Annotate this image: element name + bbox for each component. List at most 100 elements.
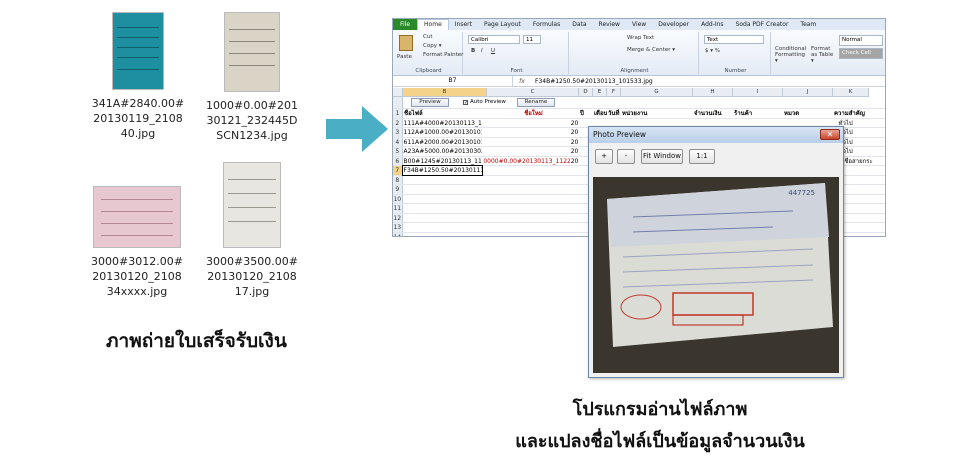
- file-thumbnail[interactable]: 341A#2840.00#20130119_210840.jpg: [88, 12, 188, 141]
- row-number[interactable]: 9: [393, 185, 403, 194]
- cell-c[interactable]: [482, 233, 569, 237]
- file-thumbnail[interactable]: 1000#0.00#20130121_232445DSCN1234.jpg: [202, 12, 302, 143]
- cell-b[interactable]: [403, 214, 483, 223]
- cell-k[interactable]: ทั่วไป: [838, 147, 886, 156]
- column-header[interactable]: E: [593, 88, 607, 96]
- conditional-formatting-button[interactable]: Conditional Formatting ▾: [775, 46, 809, 64]
- column-header[interactable]: H: [693, 88, 733, 96]
- format-painter-button[interactable]: Format Painter: [423, 52, 463, 58]
- row-number[interactable]: 13: [393, 223, 403, 232]
- column-header[interactable]: J: [783, 88, 833, 96]
- bold-button[interactable]: B: [471, 48, 475, 54]
- row-number[interactable]: 2: [393, 118, 403, 127]
- cell-c[interactable]: 0000#0.00#20130113_112232.: [482, 157, 569, 166]
- cell-k[interactable]: [838, 195, 886, 204]
- cell-c[interactable]: [482, 119, 569, 128]
- tab-developer[interactable]: Developer: [652, 21, 695, 28]
- column-header[interactable]: C: [487, 88, 579, 96]
- style-normal[interactable]: Normal: [839, 35, 883, 46]
- tab-page-layout[interactable]: Page Layout: [478, 21, 527, 28]
- cut-button[interactable]: Cut: [423, 34, 432, 40]
- tab-data[interactable]: Data: [566, 21, 592, 28]
- fit-window-button[interactable]: Fit Window: [641, 149, 683, 164]
- cell-d[interactable]: 20: [570, 138, 583, 147]
- cell-c[interactable]: [482, 185, 569, 194]
- auto-preview-checkbox[interactable]: ✓: [463, 100, 468, 106]
- actual-size-button[interactable]: 1:1: [689, 149, 715, 164]
- column-header[interactable]: D: [579, 88, 593, 96]
- cell-c[interactable]: [482, 138, 569, 147]
- number-format-select[interactable]: Text: [704, 35, 764, 44]
- cell-d[interactable]: 20: [570, 157, 583, 166]
- cell-b[interactable]: [403, 185, 483, 194]
- font-name-select[interactable]: Calibri: [468, 35, 520, 44]
- cell-c[interactable]: [482, 128, 569, 137]
- tab-file[interactable]: File: [393, 19, 418, 30]
- cell-d[interactable]: 20: [570, 147, 583, 156]
- row-number[interactable]: 10: [393, 194, 403, 203]
- name-box[interactable]: B7: [393, 76, 513, 86]
- cell-c[interactable]: [482, 166, 569, 175]
- cell-c[interactable]: [482, 204, 569, 213]
- cell-c[interactable]: [482, 223, 569, 232]
- cell-c[interactable]: [482, 195, 569, 204]
- cell-d[interactable]: [570, 176, 583, 185]
- cell-k[interactable]: [838, 233, 886, 237]
- tab-view[interactable]: View: [626, 21, 652, 28]
- cell-k[interactable]: [838, 204, 886, 213]
- row-number[interactable]: 4: [393, 137, 403, 146]
- cell-k[interactable]: [838, 185, 886, 194]
- row-number[interactable]: 8: [393, 175, 403, 184]
- cell-k[interactable]: [838, 176, 886, 185]
- tab-insert[interactable]: Insert: [449, 21, 478, 28]
- cell-d[interactable]: 20: [570, 128, 583, 137]
- column-header[interactable]: B: [403, 88, 487, 96]
- cell-d[interactable]: [570, 166, 583, 175]
- zoom-in-button[interactable]: +: [595, 149, 613, 164]
- row-number[interactable]: 6: [393, 156, 403, 165]
- cell-d[interactable]: 20: [570, 119, 583, 128]
- column-header[interactable]: F: [607, 88, 621, 96]
- cell-b[interactable]: [403, 233, 483, 237]
- cell-k[interactable]: [838, 214, 886, 223]
- cell-d[interactable]: [570, 223, 583, 232]
- cell-b[interactable]: [403, 204, 483, 213]
- cell-k[interactable]: [838, 223, 886, 232]
- cell-k[interactable]: ทั่วไป: [838, 128, 886, 137]
- column-header[interactable]: I: [733, 88, 783, 96]
- cell-d[interactable]: [570, 195, 583, 204]
- italic-button[interactable]: I: [481, 48, 483, 54]
- row-number[interactable]: 3: [393, 128, 403, 137]
- file-thumbnail[interactable]: 3000#3012.00#20130120_210834xxxx.jpg: [82, 186, 192, 299]
- cell-b[interactable]: [403, 176, 483, 185]
- cell-k[interactable]: [838, 166, 886, 175]
- tab-team[interactable]: Team: [794, 21, 822, 28]
- copy-button[interactable]: Copy ▾: [423, 43, 441, 49]
- cell-d[interactable]: [570, 204, 583, 213]
- dialog-title-bar[interactable]: Photo Preview ✕: [589, 127, 843, 143]
- tab-formulas[interactable]: Formulas: [527, 21, 566, 28]
- cell-b[interactable]: [403, 223, 483, 232]
- column-header[interactable]: G: [621, 88, 693, 96]
- format-as-table-button[interactable]: Format as Table ▾: [811, 46, 835, 64]
- style-check-cell[interactable]: Check Cell: [839, 48, 883, 59]
- tab-soda-pdf[interactable]: Soda PDF Creator: [730, 21, 795, 28]
- cell-b[interactable]: 611A#2000.00#20130101_154750DSC00012.jpg: [403, 138, 483, 147]
- formula-input[interactable]: F34B#1250.50#20130113_101533.jpg: [531, 78, 653, 85]
- cell-b[interactable]: 111A#4000#20130113_101549.jpg: [403, 119, 483, 128]
- column-header[interactable]: K: [833, 88, 869, 96]
- tab-home[interactable]: Home: [417, 19, 449, 30]
- underline-button[interactable]: U: [491, 48, 495, 54]
- row-number[interactable]: 14: [393, 232, 403, 236]
- row-number[interactable]: 12: [393, 213, 403, 222]
- merge-center-button[interactable]: Merge & Center ▾: [627, 47, 675, 53]
- cell-b[interactable]: A23A#5000.00#20130303_101630.jpg: [403, 147, 483, 156]
- cell-b[interactable]: F34B#1250.50#20130113_101533.jpg: [401, 165, 484, 176]
- row-number[interactable]: 11: [393, 204, 403, 213]
- cell-b[interactable]: 112A#1000.00#20130101_101536.jpg: [403, 128, 483, 137]
- file-thumbnail[interactable]: 3000#3500.00#20130120_210817.jpg: [202, 162, 302, 299]
- cell-b[interactable]: B00#1245#20130113_112232.: [403, 157, 483, 166]
- tab-add-ins[interactable]: Add-Ins: [695, 21, 729, 28]
- cell-d[interactable]: [570, 214, 583, 223]
- paste-button[interactable]: Paste: [397, 54, 412, 60]
